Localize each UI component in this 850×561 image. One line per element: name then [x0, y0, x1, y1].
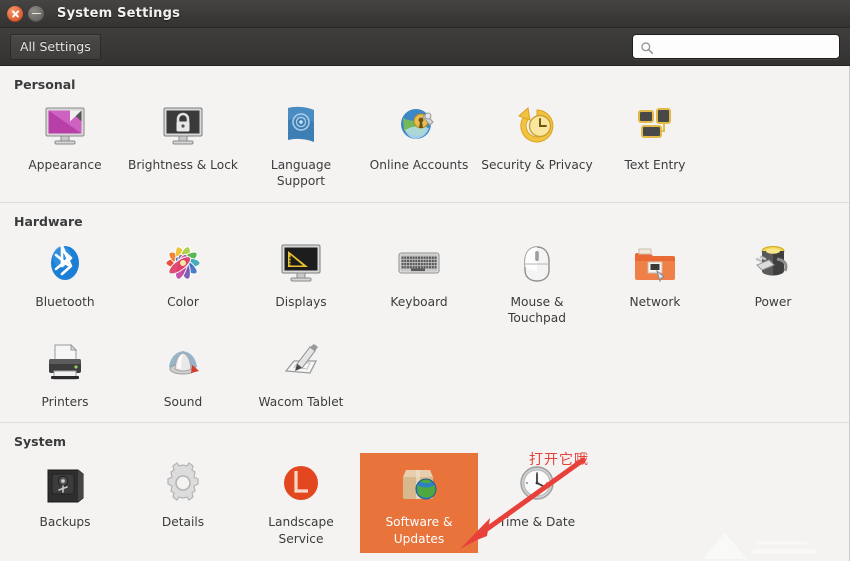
wacom-tablet-icon [275, 337, 327, 389]
settings-item-brightness-lock[interactable]: Brightness & Lock [124, 96, 242, 196]
window-title: System Settings [57, 6, 181, 21]
network-icon [629, 237, 681, 289]
settings-item-label: Security & Privacy [481, 158, 593, 172]
settings-item-power[interactable]: Power [714, 233, 832, 333]
settings-item-label: Keyboard [390, 294, 448, 309]
details-icon [157, 457, 209, 509]
settings-item-label: Backups [39, 515, 91, 530]
settings-item-backups[interactable]: Backups [6, 453, 124, 553]
section-hardware: Hardware Bluetooth Color Displays Keyboard Mo… [0, 201, 849, 422]
section-system: System Backups Details Landscape Service Sof… [0, 422, 849, 559]
brightness-lock-icon [157, 100, 209, 152]
settings-item-language-support[interactable]: Language Support [242, 96, 360, 196]
software-updates-icon [393, 457, 445, 509]
section-title: Personal [14, 77, 76, 92]
settings-item-wacom-tablet[interactable]: Wacom Tablet [242, 333, 360, 416]
titlebar: System Settings [0, 0, 850, 28]
settings-item-label: Text Entry [624, 158, 686, 172]
settings-item-sound[interactable]: Sound [124, 333, 242, 416]
settings-item-label: Printers [41, 394, 89, 409]
toolbar: All Settings [0, 28, 850, 66]
settings-item-label: Color [167, 294, 199, 309]
settings-item-label: Details [161, 515, 205, 530]
settings-item-text-entry[interactable]: Text Entry [596, 96, 714, 196]
settings-item-label: Mouse & Touchpad [508, 294, 566, 326]
system-settings-window: System Settings All Settings Personal App… [0, 0, 850, 561]
security-privacy-icon [511, 100, 563, 152]
search-box[interactable] [632, 34, 840, 59]
settings-item-bluetooth[interactable]: Bluetooth [6, 233, 124, 333]
settings-item-label: Time & Date [498, 515, 576, 530]
settings-content: Personal Appearance Brightness & Lock Langu… [0, 66, 850, 561]
settings-item-printers[interactable]: Printers [6, 333, 124, 416]
appearance-icon [39, 100, 91, 152]
settings-item-label: Network [629, 294, 681, 309]
settings-item-network[interactable]: Network [596, 233, 714, 333]
search-input[interactable] [660, 39, 832, 54]
settings-item-label: Online Accounts [369, 158, 469, 172]
settings-item-label: Bluetooth [35, 294, 95, 309]
section-title: Hardware [14, 213, 83, 229]
color-icon [157, 237, 209, 289]
minimize-icon[interactable] [28, 5, 44, 22]
mouse-touchpad-icon [511, 237, 563, 289]
settings-item-software-updates[interactable]: Software & Updates [360, 453, 478, 554]
settings-item-label: Appearance [28, 158, 102, 172]
settings-item-label: Brightness & Lock [128, 158, 238, 172]
close-icon[interactable] [7, 5, 23, 22]
settings-item-color[interactable]: Color [124, 233, 242, 333]
all-settings-button[interactable]: All Settings [10, 33, 101, 60]
settings-item-details[interactable]: Details [124, 453, 242, 553]
search-icon [640, 40, 654, 54]
language-support-icon [275, 100, 327, 152]
text-entry-icon [629, 100, 681, 152]
power-icon [747, 237, 799, 289]
sound-icon [157, 337, 209, 389]
settings-item-label: Displays [275, 294, 327, 309]
landscape-service-icon [275, 457, 327, 509]
settings-item-label: Software & Updates [385, 515, 453, 546]
settings-grid: Bluetooth Color Displays Keyboard Mouse & To… [0, 233, 849, 422]
bluetooth-icon [39, 237, 91, 289]
settings-item-label: Wacom Tablet [258, 394, 344, 409]
displays-icon [275, 237, 327, 289]
settings-item-security-privacy[interactable]: Security & Privacy [478, 96, 596, 196]
section-personal: Personal Appearance Brightness & Lock Langu… [0, 66, 849, 202]
settings-item-label: Language Support [270, 158, 332, 189]
printers-icon [39, 337, 91, 389]
section-title: System [14, 434, 67, 450]
settings-item-label: Power [754, 294, 792, 309]
settings-grid: Appearance Brightness & Lock Language Supp… [0, 96, 849, 202]
settings-item-displays[interactable]: Displays [242, 233, 360, 333]
keyboard-icon [393, 237, 445, 289]
settings-grid: Backups Details Landscape Service Software … [0, 453, 849, 559]
online-accounts-icon [393, 100, 445, 152]
settings-item-label: Landscape Service [268, 515, 334, 546]
settings-item-landscape-service[interactable]: Landscape Service [242, 453, 360, 553]
settings-item-online-accounts[interactable]: Online Accounts [360, 96, 478, 196]
settings-item-keyboard[interactable]: Keyboard [360, 233, 478, 333]
settings-item-appearance[interactable]: Appearance [6, 96, 124, 196]
settings-item-mouse-touchpad[interactable]: Mouse & Touchpad [478, 233, 596, 333]
backups-icon [39, 457, 91, 509]
time-date-icon [511, 457, 563, 509]
settings-item-label: Sound [163, 394, 203, 409]
settings-item-time-date[interactable]: Time & Date [478, 453, 596, 553]
